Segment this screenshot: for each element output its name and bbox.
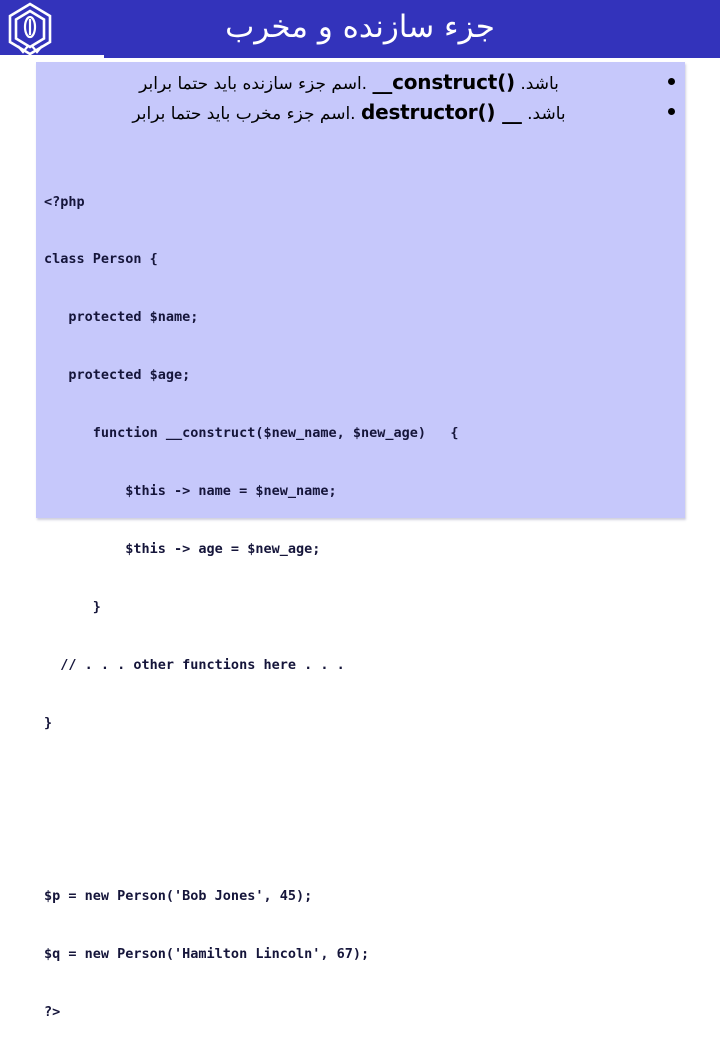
bullet-code-token: destructor() __ [361, 100, 522, 124]
code-line: protected $age; [44, 367, 191, 384]
hexagonal-emblem-logo-icon [6, 2, 54, 56]
slide-content-panel: باشد. __construct() .اسم جزء سازنده باید… [36, 62, 685, 1020]
bullet-text-after: باشد. [527, 104, 566, 124]
php-code-block: <?php class Person { protected $name; pr… [44, 154, 674, 1061]
code-line: ?> [44, 1004, 61, 1021]
bullet-list: باشد. __construct() .اسم جزء سازنده باید… [47, 68, 677, 128]
code-line: } [44, 714, 53, 731]
code-line: protected $name; [44, 309, 199, 326]
code-line: $this -> name = $new_name; [44, 483, 337, 500]
slide-header-bar: جزء سازنده و مخرب [0, 0, 720, 59]
code-line: $p = new Person('Bob Jones', 45); [44, 888, 313, 905]
bullet-text-before: .اسم جزء مخرب باید حتما برابر [132, 104, 356, 124]
code-line: $this -> age = $new_age; [44, 540, 321, 557]
bullet-code-token: __construct() [372, 70, 515, 94]
bullet-dot-icon [668, 108, 675, 115]
bullet-text-after: باشد. [520, 74, 559, 94]
page-title: جزء سازنده و مخرب [225, 9, 495, 45]
list-item: باشد. __construct() .اسم جزء سازنده باید… [47, 68, 677, 98]
code-line: class Person { [44, 251, 158, 268]
code-line: } [44, 598, 101, 615]
code-line: function __construct($new_name, $new_age… [44, 425, 459, 442]
bullet-text-before: .اسم جزء سازنده باید حتما برابر [139, 74, 368, 94]
bullet-dot-icon [668, 78, 675, 85]
list-item: باشد. destructor() __ .اسم جزء مخرب باید… [47, 98, 677, 128]
code-line: <?php [44, 193, 85, 210]
header-accent-underline [0, 55, 104, 59]
code-line: // . . . other functions here . . . [44, 656, 345, 673]
code-line: $q = new Person('Hamilton Lincoln', 67); [44, 946, 370, 963]
